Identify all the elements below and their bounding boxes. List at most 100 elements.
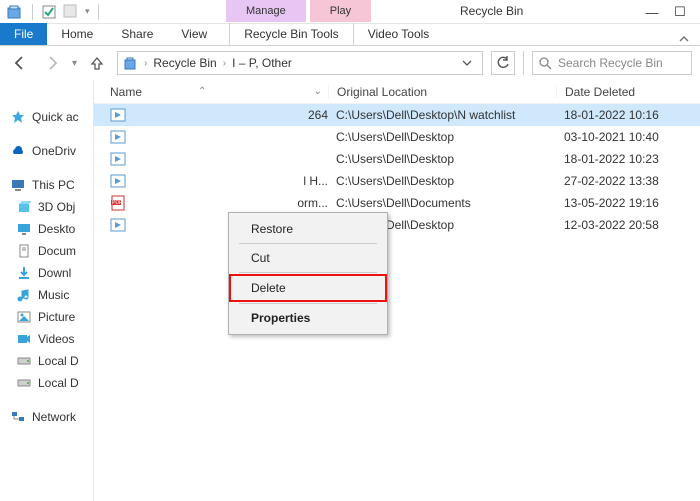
context-menu: Restore Cut Delete Properties [228, 212, 388, 335]
breadcrumb-part[interactable]: I – P, Other [232, 56, 292, 70]
file-icon: PDF [110, 195, 126, 211]
sidebar-item-quick-access[interactable]: Quick ac [0, 106, 93, 128]
folder-icon [16, 309, 32, 325]
col-header-label: Name [110, 85, 142, 99]
sidebar-item-network[interactable]: Network [0, 406, 93, 428]
search-input[interactable]: Search Recycle Bin [532, 51, 692, 75]
table-row[interactable]: C:\Users\Dell\Desktop18-01-2022 10:23 [94, 148, 700, 170]
sidebar-item[interactable]: Picture [0, 306, 93, 328]
pc-icon [10, 177, 26, 193]
tab-view[interactable]: View [167, 23, 221, 45]
sidebar-item-label: Docum [38, 244, 76, 258]
table-row[interactable]: l H...C:\Users\Dell\Desktop27-02-2022 13… [94, 170, 700, 192]
recent-locations-dropdown[interactable]: ▾ [72, 58, 77, 69]
recycle-bin-icon [122, 55, 138, 71]
sidebar-item[interactable]: Docum [0, 240, 93, 262]
date-deleted: 27-02-2022 13:38 [556, 174, 700, 188]
sidebar-item-label: Downl [38, 266, 71, 280]
sidebar-item-label: Local D [38, 376, 79, 390]
folder-icon [16, 375, 32, 391]
ctx-cut[interactable]: Cut [229, 246, 387, 270]
context-tab-play[interactable]: Play [310, 0, 371, 46]
ribbon-collapse-chevron[interactable] [668, 33, 700, 45]
original-location: C:\Users\Dell\Documents [328, 196, 556, 210]
table-row[interactable]: C:\Users\Dell\Desktop03-10-2021 10:40 [94, 126, 700, 148]
folder-icon [16, 199, 32, 215]
folder-icon [16, 287, 32, 303]
separator [523, 51, 524, 75]
ctx-properties[interactable]: Properties [229, 306, 387, 330]
sidebar-item-label: Quick ac [32, 110, 79, 124]
file-name: 264 [308, 108, 328, 122]
folder-icon [16, 221, 32, 237]
file-list: Name ⌃ ⌄ Original Location Date Deleted … [94, 80, 700, 501]
file-icon [110, 217, 126, 233]
search-placeholder: Search Recycle Bin [558, 56, 663, 70]
sidebar-item[interactable]: Local D [0, 350, 93, 372]
context-tab-head-play: Play [310, 0, 371, 22]
separator [239, 272, 377, 273]
ctx-delete[interactable]: Delete [231, 276, 385, 300]
chevron-down-icon[interactable]: ▾ [83, 6, 92, 17]
chevron-right-icon[interactable]: › [221, 58, 228, 69]
col-dropdown-icon[interactable]: ⌄ [308, 86, 328, 97]
sidebar-item-onedrive[interactable]: OneDriv [0, 140, 93, 162]
date-deleted: 03-10-2021 10:40 [556, 130, 700, 144]
sidebar-item-label: Music [38, 288, 69, 302]
date-deleted: 18-01-2022 10:16 [556, 108, 700, 122]
file-tab[interactable]: File [0, 23, 47, 45]
date-deleted: 13-05-2022 19:16 [556, 196, 700, 210]
tab-home[interactable]: Home [47, 23, 107, 45]
folder-icon [16, 265, 32, 281]
chevron-right-icon[interactable]: › [142, 58, 149, 69]
ctx-restore[interactable]: Restore [229, 217, 387, 241]
sidebar-item[interactable]: Local D [0, 372, 93, 394]
context-tab-manage[interactable]: Manage [226, 0, 306, 46]
file-name: l H... [303, 174, 328, 188]
sidebar-item[interactable]: Downl [0, 262, 93, 284]
minimize-button[interactable]: — [638, 2, 666, 22]
separator [239, 303, 377, 304]
refresh-button[interactable] [491, 51, 515, 75]
back-button[interactable] [8, 51, 32, 75]
sidebar-item-label: Local D [38, 354, 79, 368]
search-icon [539, 57, 552, 70]
sidebar-item[interactable]: Deskto [0, 218, 93, 240]
col-header-name[interactable]: Name ⌃ ⌄ [104, 85, 328, 99]
sidebar-item-label: This PC [32, 178, 75, 192]
table-row[interactable]: 264C:\Users\Dell\Desktop\N watchlist18-0… [94, 104, 700, 126]
sidebar-item-label: Videos [38, 332, 74, 346]
separator [239, 243, 377, 244]
date-deleted: 18-01-2022 10:23 [556, 152, 700, 166]
sidebar-item[interactable]: 3D Obj [0, 196, 93, 218]
qat-dropdown[interactable] [61, 2, 81, 22]
sidebar-item-label: Deskto [38, 222, 75, 236]
forward-button[interactable] [40, 51, 64, 75]
file-name: orm... [297, 196, 328, 210]
address-bar[interactable]: › Recycle Bin › I – P, Other [117, 51, 483, 75]
column-headers: Name ⌃ ⌄ Original Location Date Deleted [94, 80, 700, 104]
col-header-date-deleted[interactable]: Date Deleted [556, 85, 700, 99]
date-deleted: 12-03-2022 20:58 [556, 218, 700, 232]
up-button[interactable] [85, 51, 109, 75]
tab-share[interactable]: Share [107, 23, 167, 45]
maximize-button[interactable]: ☐ [666, 2, 694, 22]
qat-checkbox[interactable] [39, 2, 59, 22]
navigation-pane: Quick ac OneDriv This PC 3D Obj Deskto Doc… [0, 80, 94, 501]
sidebar-item[interactable]: Music [0, 284, 93, 306]
qat-sep [32, 4, 33, 20]
sidebar-item-thispc[interactable]: This PC [0, 174, 93, 196]
table-row[interactable]: C:\Users\Dell\Desktop12-03-2022 20:58 [94, 214, 700, 236]
highlight-box: Delete [229, 274, 387, 302]
sort-indicator-icon: ⌃ [198, 86, 206, 97]
network-icon [10, 409, 26, 425]
table-row[interactable]: PDF orm...C:\Users\Dell\Documents13-05-20… [94, 192, 700, 214]
sidebar-item-label: OneDriv [32, 144, 76, 158]
breadcrumb-part[interactable]: Recycle Bin [153, 56, 216, 70]
file-icon [110, 107, 126, 123]
sidebar-item[interactable]: Videos [0, 328, 93, 350]
qat-sep2 [98, 4, 99, 20]
address-dropdown[interactable] [456, 58, 478, 68]
cloud-icon [10, 143, 26, 159]
col-header-original-location[interactable]: Original Location [328, 85, 556, 99]
